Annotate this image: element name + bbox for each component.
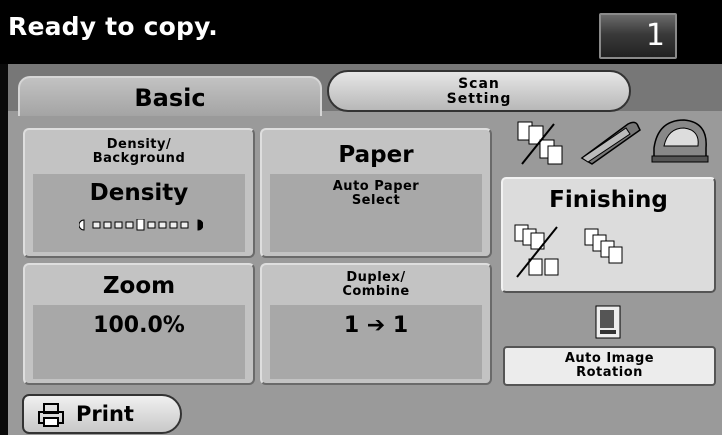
paper-value: Auto Paper Select (332, 179, 420, 208)
paper-value-area: Auto Paper Select (270, 174, 482, 252)
density-step (147, 221, 156, 229)
paper-button[interactable]: Paper Auto Paper Select (260, 128, 492, 258)
printer-icon (38, 403, 64, 427)
duplex-value-area: 1 ➔ 1 (270, 305, 482, 379)
print-button[interactable]: Print (22, 394, 182, 434)
zoom-title: Zoom (102, 273, 176, 299)
status-message: Ready to copy. (8, 12, 218, 41)
auto-image-rotation-button[interactable]: Auto Image Rotation (503, 346, 716, 386)
duplex-combine-title: Duplex/ Combine (342, 270, 410, 299)
staple-icon (580, 121, 641, 165)
copy-count-display[interactable]: 1 (599, 13, 677, 59)
density-step (114, 221, 123, 229)
density-dark-icon (197, 219, 203, 231)
density-light-icon (79, 219, 85, 231)
density-value: Density (89, 180, 189, 206)
density-step (180, 221, 189, 229)
duplex-value: 1 ➔ 1 (343, 313, 409, 338)
density-step (169, 221, 178, 229)
zoom-button[interactable]: Zoom 100.0% (23, 263, 255, 385)
tab-scan-setting-label: Scan Setting (446, 76, 512, 107)
density-scale (79, 219, 203, 231)
sort-pages-icon (517, 121, 563, 165)
density-step (103, 221, 112, 229)
punch-icon (651, 119, 709, 163)
density-steps (92, 219, 189, 231)
density-step (158, 221, 167, 229)
finishing-button[interactable]: Finishing (501, 177, 716, 293)
tab-scan-setting[interactable]: Scan Setting (327, 70, 631, 112)
zoom-value-area: 100.0% (33, 305, 245, 379)
print-label: Print (76, 402, 134, 426)
duplex-pages-icon (514, 224, 559, 278)
duplex-combine-button[interactable]: Duplex/ Combine 1 ➔ 1 (260, 263, 492, 385)
density-step (92, 221, 101, 229)
finishing-title: Finishing (549, 187, 668, 213)
auto-image-rotation-label: Auto Image Rotation (564, 351, 655, 380)
paper-title: Paper (338, 142, 414, 168)
group-pages-icon (584, 228, 623, 264)
density-background-button[interactable]: Density/ Background Density (23, 128, 255, 258)
density-value-area: Density (33, 174, 245, 252)
density-step (125, 221, 134, 229)
density-background-title: Density/ Background (92, 137, 186, 166)
image-rotation-icon (595, 305, 621, 339)
tab-basic[interactable]: Basic (18, 76, 322, 116)
zoom-value: 100.0% (93, 313, 185, 338)
density-step-active (136, 219, 145, 231)
